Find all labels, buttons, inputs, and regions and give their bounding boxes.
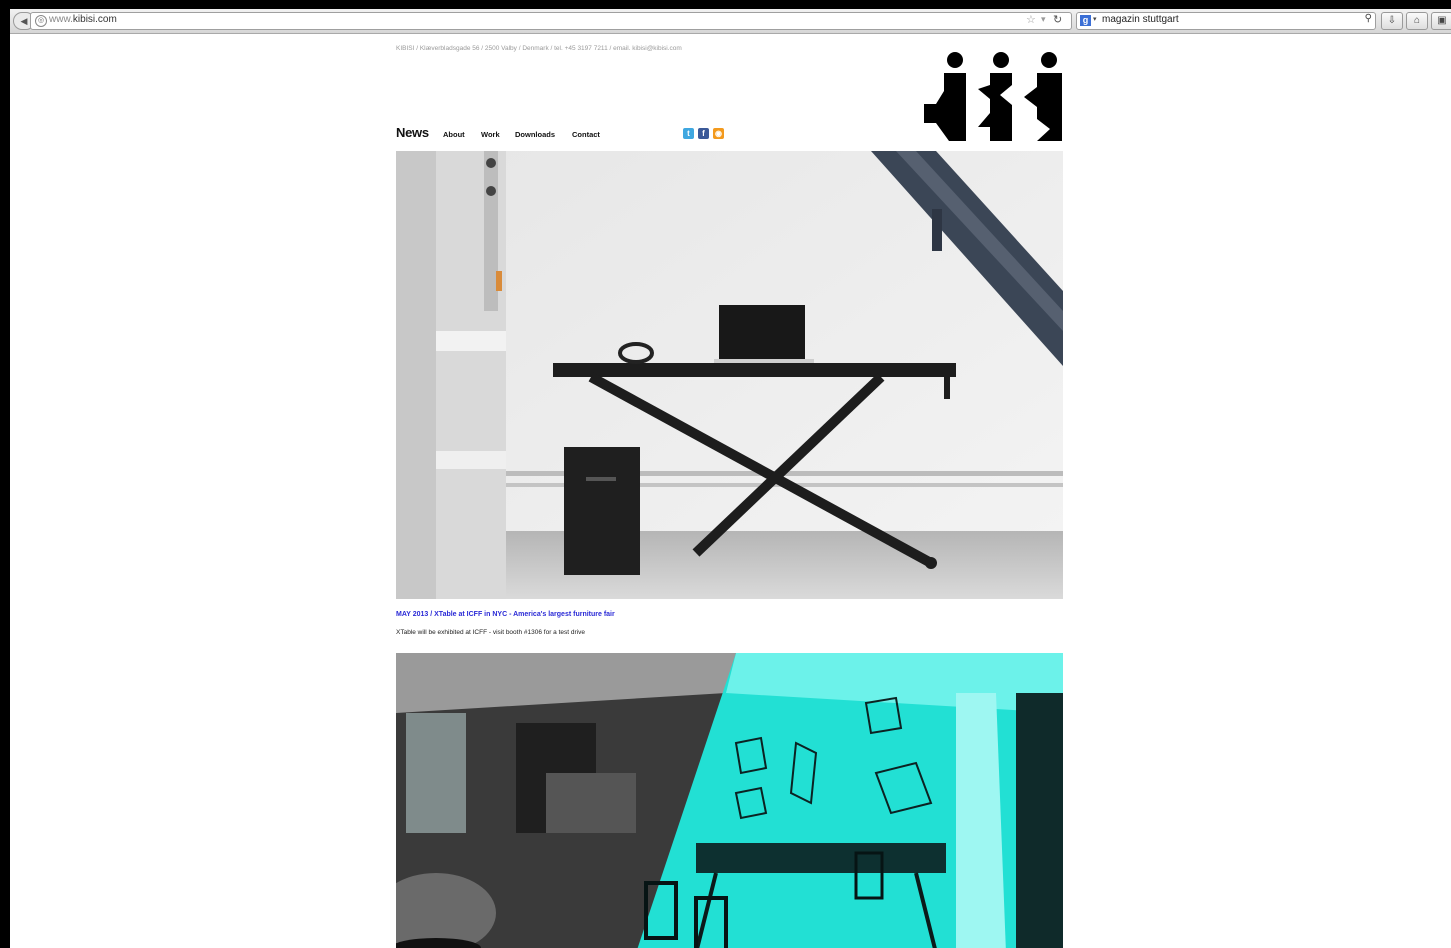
- news-title[interactable]: MAY 2013 / XTable at ICFF in NYC - Ameri…: [396, 611, 615, 618]
- browser-toolbar: ◀ ◎ www.kibisi.com ☆ ▾ ↻ g ▾ magazin stu…: [10, 9, 1451, 34]
- search-bar[interactable]: g ▾ magazin stuttgart ⚲: [1076, 12, 1376, 30]
- site-identity-icon[interactable]: ◎: [35, 15, 47, 27]
- xtable-photo[interactable]: [396, 151, 1063, 599]
- nav-contact[interactable]: Contact: [572, 130, 600, 139]
- sidebar-icon[interactable]: ▣: [1431, 12, 1451, 30]
- nav-news[interactable]: News: [396, 125, 429, 140]
- browser-window: ◀ ◎ www.kibisi.com ☆ ▾ ↻ g ▾ magazin stu…: [10, 9, 1451, 948]
- twitter-icon[interactable]: t: [683, 128, 694, 139]
- search-engine-icon[interactable]: g: [1080, 15, 1091, 26]
- search-icon[interactable]: ⚲: [1365, 13, 1372, 24]
- url-text: www.kibisi.com: [49, 14, 117, 25]
- bookmark-star-icon[interactable]: ☆: [1026, 13, 1036, 26]
- downloads-icon[interactable]: ⇩: [1381, 12, 1403, 30]
- chevron-down-icon[interactable]: ▾: [1093, 15, 1097, 23]
- rss-icon[interactable]: ◉: [713, 128, 724, 139]
- reload-icon[interactable]: ↻: [1053, 13, 1062, 26]
- home-icon[interactable]: ⌂: [1406, 12, 1428, 30]
- facebook-icon[interactable]: f: [698, 128, 709, 139]
- nav-about[interactable]: About: [443, 130, 465, 139]
- news-body: XTable will be exhibited at ICFF - visit…: [396, 629, 585, 636]
- history-dropdown-icon[interactable]: ▾: [1041, 14, 1046, 25]
- nav-downloads[interactable]: Downloads: [515, 130, 555, 139]
- search-input[interactable]: magazin stuttgart: [1102, 14, 1179, 25]
- restaurant-photo[interactable]: [396, 653, 1063, 948]
- address-bar[interactable]: ◎ www.kibisi.com ☆ ▾ ↻: [30, 12, 1072, 30]
- kibisi-logo[interactable]: [906, 49, 1066, 141]
- contact-address: KIBISI / Klæverbladsgade 56 / 2500 Valby…: [396, 45, 682, 52]
- nav-work[interactable]: Work: [481, 130, 500, 139]
